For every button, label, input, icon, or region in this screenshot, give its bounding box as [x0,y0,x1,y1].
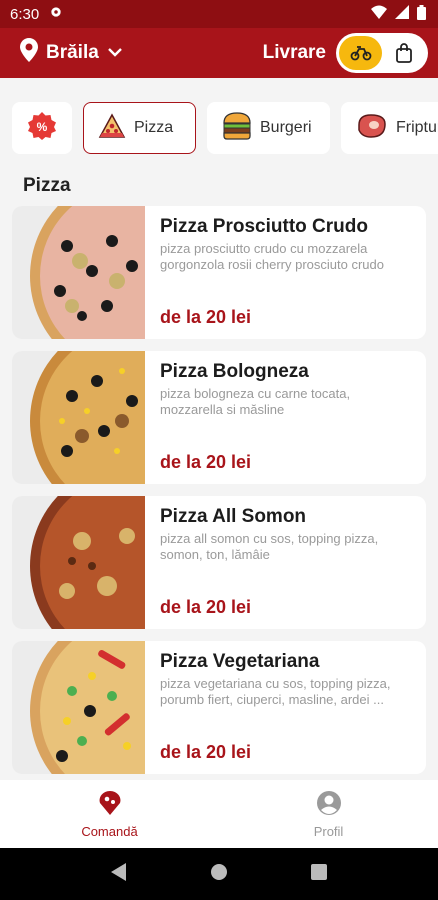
category-label-burgeri: Burgeri [260,119,312,136]
status-bar: 6:30 [0,0,438,28]
product-price: de la 20 lei [160,597,252,617]
product-card[interactable]: Pizza Vegetariana pizza vegetariana cu s… [12,641,426,774]
profile-icon [316,790,342,819]
product-description: pizza prosciutto crudo cu mozzarela gorg… [160,241,384,272]
product-card[interactable]: Pizza All Somon pizza all somon cu sos, … [12,496,426,629]
category-label-fripturi: Fripturi [396,119,438,136]
location-pin-icon [20,38,38,68]
delivery-mode-toggle[interactable] [336,33,428,73]
signal-icon [395,5,409,23]
category-bar: % Pizza Burgeri Fripturi [12,102,438,154]
home-icon[interactable] [210,863,228,886]
svg-text:%: % [37,120,48,134]
product-description: pizza vegetariana cu sos, topping pizza,… [160,676,391,707]
product-card[interactable]: Pizza Bologneza pizza bologneza cu carne… [12,351,426,484]
category-promo[interactable]: % [12,102,72,154]
category-fripturi[interactable]: Fripturi [341,102,438,154]
product-price: de la 20 lei [160,307,252,327]
discount-percent-icon: % [27,111,57,146]
nav-tab-comanda[interactable]: Comandă [0,780,219,848]
pickup-bag-icon[interactable] [382,36,425,70]
chevron-down-icon [107,42,123,64]
product-name: Pizza Prosciutto Crudo [160,216,368,237]
product-name: Pizza Bologneza [160,361,309,382]
bottom-navigation: Comandă Profil [0,780,438,848]
product-price: de la 20 lei [160,452,252,472]
pizza-order-icon [97,790,123,819]
product-image [12,496,234,629]
product-name: Pizza All Somon [160,506,307,527]
product-image [12,351,234,484]
battery-icon [417,4,426,24]
category-burgeri[interactable]: Burgeri [207,102,330,154]
nav-tab-profil[interactable]: Profil [219,780,438,848]
steak-icon [356,113,388,144]
delivery-mode-label: Livrare [262,42,326,63]
main-content[interactable]: % Pizza Burgeri Fripturi Pizza [0,78,438,780]
wifi-icon [371,5,387,23]
product-info: Pizza All Somon pizza all somon cu sos, … [145,496,426,629]
nav-label-profil: Profil [313,824,344,839]
product-card[interactable]: Pizza Prosciutto Crudo pizza prosciutto … [12,206,426,339]
product-info: Pizza Bologneza pizza bologneza cu carne… [145,351,426,484]
city-label: Brăila [46,42,99,63]
city-selector[interactable]: Brăila [20,38,123,68]
status-time: 6:30 [10,5,40,23]
category-label-pizza: Pizza [134,119,174,136]
system-navigation-bar [0,848,438,900]
app-header: Brăila Livrare [0,28,438,78]
product-price: de la 20 lei [160,742,252,762]
category-pizza[interactable]: Pizza [83,102,196,154]
delivery-scooter-icon[interactable] [339,36,382,70]
product-list: Pizza Prosciutto Crudo pizza prosciutto … [12,206,426,780]
section-title: Pizza [23,175,71,196]
product-image [12,641,234,774]
product-info: Pizza Vegetariana pizza vegetariana cu s… [145,641,426,774]
product-name: Pizza Vegetariana [160,651,320,672]
burger-icon [222,111,252,145]
product-info: Pizza Prosciutto Crudo pizza prosciutto … [145,206,426,339]
recents-icon[interactable] [310,863,327,885]
product-description: pizza bologneza cu carne tocata, mozzare… [160,386,351,417]
settings-gear-icon [49,5,63,23]
product-image [12,206,234,339]
nav-label-comanda: Comandă [81,824,138,839]
product-description: pizza all somon cu sos, topping pizza, s… [160,531,379,562]
back-icon[interactable] [111,862,127,886]
pizza-slice-icon [98,112,126,144]
